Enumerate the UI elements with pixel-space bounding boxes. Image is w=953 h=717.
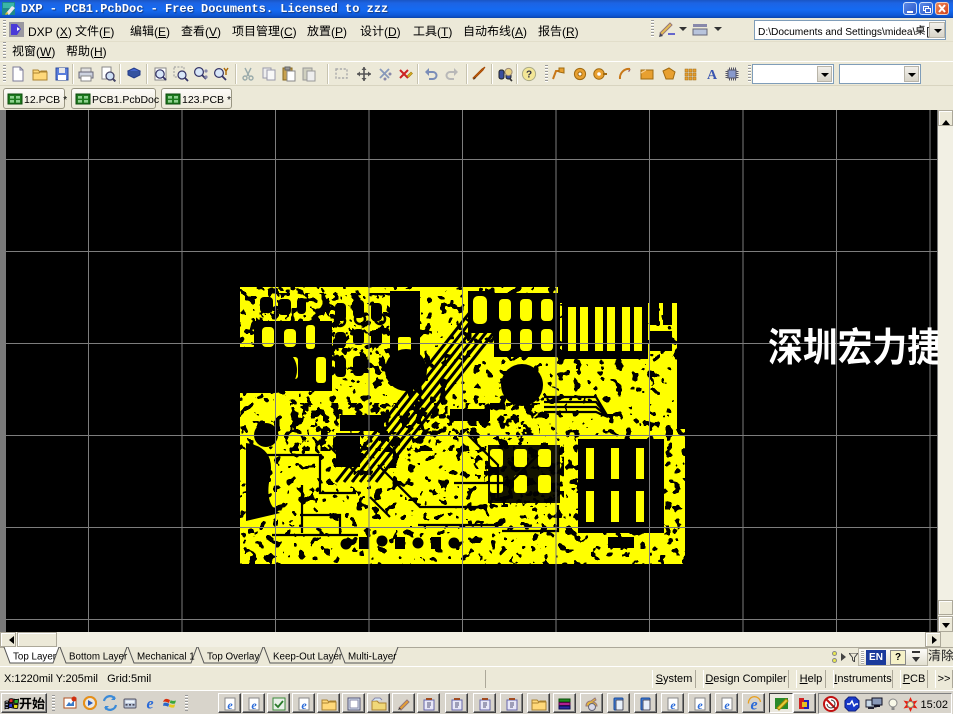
svg-text:A: A	[707, 68, 718, 82]
svg-text:e: e	[301, 698, 307, 712]
svg-text:e: e	[227, 698, 233, 712]
svg-text:Top Overlay: Top Overlay	[207, 652, 259, 663]
svg-text:e: e	[251, 698, 257, 712]
svg-text:e: e	[724, 698, 730, 712]
svg-text:Keep-Out Layer: Keep-Out Layer	[273, 652, 343, 663]
svg-text:e: e	[670, 698, 676, 712]
svg-text:e: e	[146, 696, 153, 712]
svg-text:e: e	[750, 697, 757, 713]
svg-text:Bottom Layer: Bottom Layer	[69, 652, 128, 663]
svg-text:Mechanical 1: Mechanical 1	[137, 652, 195, 663]
svg-text:e: e	[697, 698, 703, 712]
svg-text:Top Layer: Top Layer	[13, 652, 57, 663]
svg-text:?: ?	[526, 70, 532, 81]
svg-text:Multi-Layer: Multi-Layer	[348, 652, 397, 663]
